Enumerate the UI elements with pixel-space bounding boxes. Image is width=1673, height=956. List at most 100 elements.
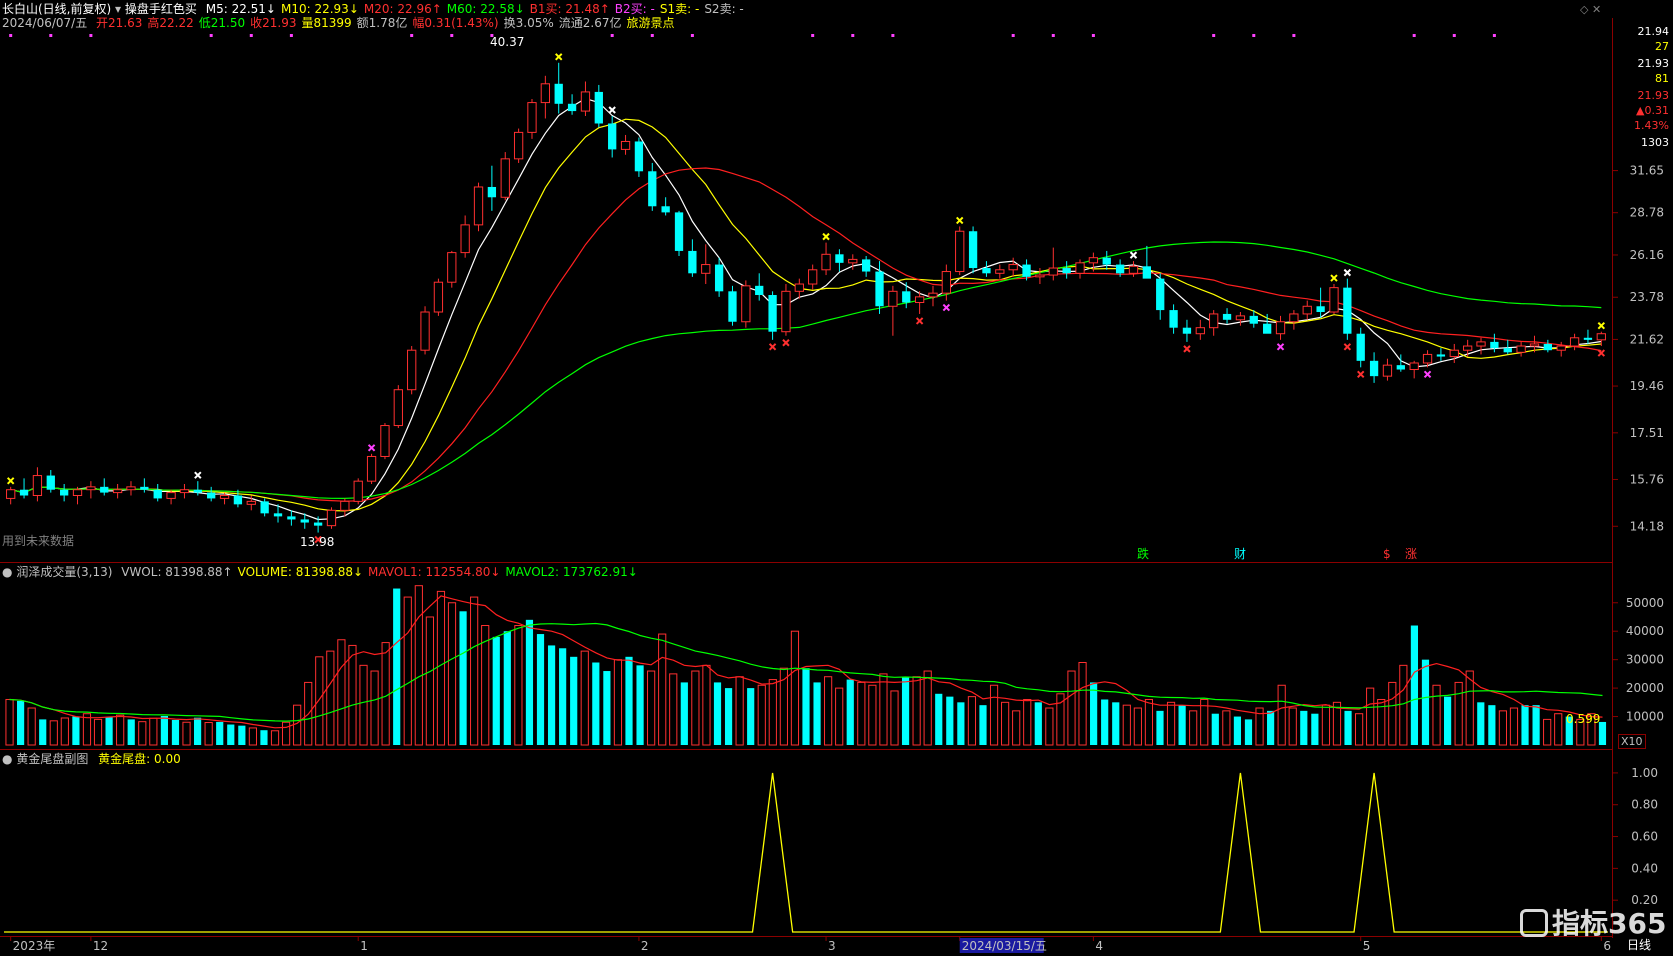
candle-body-down	[634, 141, 644, 172]
candle-body-down	[688, 250, 697, 274]
candle-body-down	[287, 516, 296, 520]
candle-body-down	[661, 206, 670, 213]
signal-dot	[209, 34, 213, 37]
candle-body-up	[460, 224, 470, 254]
candle-body-down	[46, 475, 55, 490]
candle-body-up	[1235, 315, 1246, 321]
candle-body-down	[19, 489, 29, 496]
watermark-text: 指标365	[1552, 907, 1667, 940]
y-tick-label: 26.16	[1630, 248, 1664, 262]
volume-bar-up	[270, 730, 280, 746]
volume-bar-down	[592, 662, 600, 745]
candle-body-down	[1102, 257, 1111, 265]
volume-bar-up	[1012, 710, 1021, 746]
candle-body-up	[166, 492, 176, 499]
volume-bar-up	[1321, 704, 1331, 746]
volume-bar-down	[1410, 625, 1419, 745]
signal-dot	[1252, 34, 1256, 37]
volume-bar-up	[1543, 718, 1552, 746]
volume-bar-up	[613, 659, 623, 746]
candle-body-up	[353, 480, 363, 502]
volume-bar-down	[171, 719, 180, 745]
event-marker-up[interactable]: 涨	[1405, 546, 1417, 562]
volume-bar-up	[691, 670, 700, 746]
volume-bar-down	[238, 725, 246, 745]
volume-bar-down	[625, 656, 633, 745]
candle-body-up	[340, 500, 350, 511]
vol-tick-label: 50000	[1626, 596, 1664, 610]
candle-body-up	[955, 230, 965, 273]
signal-dot	[610, 34, 614, 37]
ma60-line	[10, 241, 1602, 500]
signal-dot	[249, 34, 253, 37]
volume-bar-up	[425, 616, 434, 746]
candle-body-down	[100, 486, 109, 493]
y-tick-label: 21.62	[1630, 332, 1664, 346]
candle-body-up	[1048, 267, 1058, 276]
volume-bar-up	[281, 721, 291, 746]
volume-bar-down	[16, 700, 25, 745]
event-marker-down[interactable]: 跌	[1137, 546, 1149, 562]
event-marker-dollar[interactable]: $	[1383, 546, 1391, 562]
signal-mark	[1343, 268, 1352, 277]
candle-body-down	[862, 259, 871, 272]
candle-body-down	[193, 489, 202, 493]
event-marker-finance[interactable]: 财	[1234, 546, 1246, 562]
candle-body-down	[1343, 287, 1352, 334]
volume-bar-up	[890, 690, 899, 746]
candle-body-up	[1209, 313, 1219, 329]
candle-body-up	[781, 290, 791, 333]
volume-bar-down	[935, 693, 943, 745]
y-tick-label: 17.51	[1630, 426, 1664, 440]
volume-bar-down	[1112, 702, 1120, 745]
volume-bar-up	[5, 698, 14, 746]
candle-body-up	[741, 285, 751, 323]
volume-bar-up	[337, 639, 346, 746]
candle-body-down	[968, 231, 978, 269]
volume-bar-down	[503, 631, 511, 745]
gold-tail-line	[4, 772, 1608, 933]
chart-canvas[interactable]: 14.18 15.76 17.51 19.46 21.62 23.78 26.16 28.78…	[0, 0, 1673, 956]
volume-bar-up	[1122, 704, 1131, 746]
y-tick-label: 14.18	[1630, 519, 1664, 533]
volume-bar-up	[248, 727, 257, 746]
candle-body-down	[1543, 343, 1552, 351]
candle-body-down	[313, 522, 323, 526]
volume-bar-up	[580, 650, 589, 746]
candle-body-up	[393, 389, 403, 427]
volume-bar-down	[536, 634, 545, 745]
candle-body-up	[1302, 305, 1312, 315]
volume-bar-up	[1078, 662, 1087, 746]
candle-body-down	[1062, 268, 1071, 274]
candle-body-down	[1222, 313, 1232, 320]
signal-mark	[608, 106, 616, 114]
volume-bar-up	[658, 633, 667, 746]
volume-bar-up	[315, 656, 324, 746]
volume-bar-up	[381, 642, 390, 746]
candle-body-down	[1249, 315, 1258, 324]
sub-tick-label: 1.00	[1631, 766, 1658, 780]
signal-dot	[650, 34, 654, 37]
signal-mark	[194, 471, 202, 479]
volume-bar-up	[1399, 664, 1408, 746]
volume-bar-up	[735, 676, 744, 746]
volume-bar-up	[1277, 684, 1286, 746]
volume-bar-up	[790, 630, 800, 746]
candle-body-up	[1529, 343, 1540, 347]
candle-body-up	[420, 311, 430, 351]
volume-bar-up	[414, 585, 423, 746]
candle-body-up	[808, 269, 818, 285]
volume-bar-up	[1498, 710, 1508, 746]
candle-body-up	[1008, 264, 1018, 271]
signal-mark	[915, 317, 924, 325]
candle-body-down	[1182, 327, 1192, 334]
signal-dot	[9, 34, 13, 37]
volume-bar-up	[647, 670, 656, 746]
volume-bar-up	[293, 704, 302, 746]
candle-body-down	[233, 495, 243, 505]
signal-mark	[956, 216, 964, 225]
volume-bar-up	[835, 687, 844, 746]
volume-bar-up	[868, 684, 877, 746]
y-tick-label: 28.78	[1630, 206, 1664, 220]
candle-body-down	[554, 83, 563, 104]
